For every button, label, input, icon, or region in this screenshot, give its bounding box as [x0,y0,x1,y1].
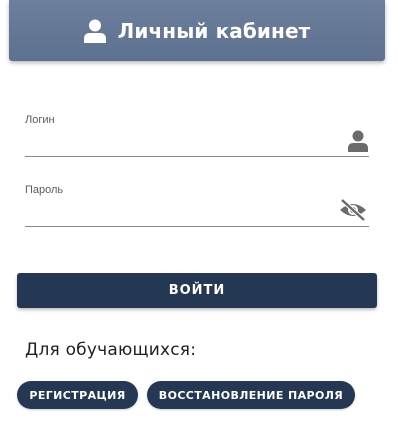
page-title: Личный кабинет [117,18,311,43]
password-label: Пароль [25,184,64,196]
register-button[interactable]: РЕГИСТРАЦИЯ [17,381,138,409]
login-label: Логин [25,114,55,126]
page-header: Личный кабинет [9,0,385,61]
login-field: Логин [25,114,369,157]
login-page: Личный кабинет Логин Пароль ВОЙТИ Для об… [0,0,397,424]
user-icon [348,130,368,152]
user-icon [83,19,106,43]
password-field: Пароль [25,184,369,227]
eye-slash-icon[interactable] [338,198,368,222]
password-input[interactable] [25,204,325,224]
login-input[interactable] [25,134,325,154]
students-section-title: Для обучающихся: [25,340,197,360]
recover-password-button[interactable]: ВОССТАНОВЛЕНИЕ ПАРОЛЯ [147,381,355,409]
login-button[interactable]: ВОЙТИ [17,273,377,308]
